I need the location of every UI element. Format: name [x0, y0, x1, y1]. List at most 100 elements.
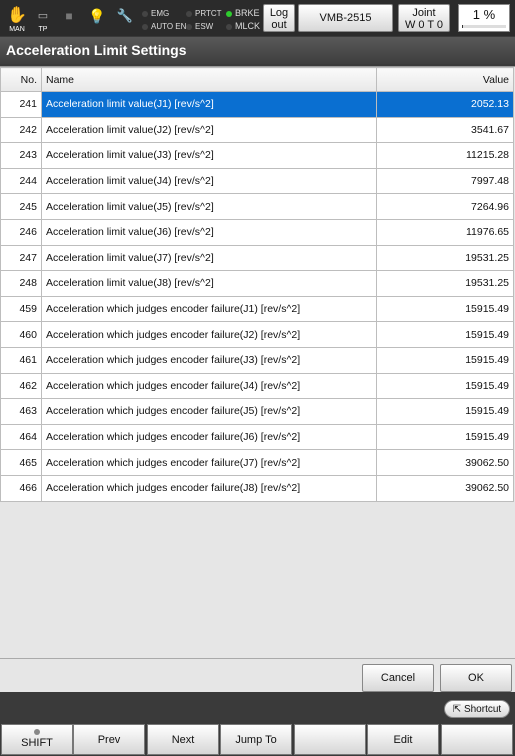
- row-value[interactable]: 11215.28: [376, 142, 514, 169]
- teach-pendant-icon[interactable]: ▭ TP: [30, 6, 56, 34]
- table-row[interactable]: 464 Acceleration which judges encoder fai…: [0, 423, 514, 451]
- row-number: 244: [0, 167, 42, 195]
- prtct-indicator: PRTCT: [186, 9, 222, 18]
- robot-model-button[interactable]: VMB-2515: [298, 4, 393, 32]
- row-number: 461: [0, 346, 42, 374]
- row-number: 465: [0, 449, 42, 476]
- row-name: Acceleration limit value(J1) [rev/s^2]: [41, 91, 377, 118]
- row-number: 464: [0, 423, 42, 451]
- cancel-button[interactable]: Cancel: [362, 664, 434, 692]
- column-header-name[interactable]: Name: [41, 67, 377, 92]
- table-row[interactable]: 246 Acceleration limit value(J6) [rev/s^2…: [0, 218, 514, 246]
- row-name: Acceleration which judges encoder failur…: [41, 346, 377, 374]
- page-title: Acceleration Limit Settings: [0, 37, 515, 64]
- status-bar: ✋ MAN ▭ TP ■ 💡 🔧 EMG AUTO EN PRTCT ESW BRK…: [0, 0, 515, 36]
- shortcut-button[interactable]: ⇱ Shortcut: [444, 700, 510, 718]
- logout-button[interactable]: Log out: [263, 4, 295, 32]
- row-name: Acceleration limit value(J5) [rev/s^2]: [41, 193, 377, 220]
- f5-key[interactable]: [294, 724, 366, 755]
- table-row[interactable]: 241 Acceleration limit value(J1) [rev/s^2…: [0, 91, 514, 118]
- auto-en-led: [142, 23, 148, 30]
- esw-led: [186, 23, 192, 30]
- settings-panel: No. Name Value 241 Acceleration limit val…: [0, 66, 515, 659]
- table-row[interactable]: 462 Acceleration which judges encoder fai…: [0, 372, 514, 400]
- speed-bar: [462, 25, 506, 28]
- table-header-row: No. Name Value: [0, 67, 514, 92]
- row-number: 241: [0, 91, 42, 118]
- row-number: 246: [0, 218, 42, 246]
- row-value[interactable]: 19531.25: [376, 270, 514, 297]
- row-value[interactable]: 7264.96: [376, 193, 514, 220]
- row-name: Acceleration limit value(J3) [rev/s^2]: [41, 142, 377, 169]
- row-name: Acceleration which judges encoder failur…: [41, 295, 377, 323]
- row-number: 466: [0, 474, 42, 502]
- row-value[interactable]: 39062.50: [376, 449, 514, 476]
- row-number: 242: [0, 116, 42, 144]
- f7-key[interactable]: [441, 724, 513, 755]
- shortcut-icon: ⇱: [452, 704, 464, 715]
- auto-en-indicator: AUTO EN: [142, 22, 186, 31]
- speed-display[interactable]: 1 %: [458, 4, 510, 32]
- esw-indicator: ESW: [186, 22, 213, 31]
- row-value[interactable]: 7997.48: [376, 167, 514, 195]
- table-row[interactable]: 460 Acceleration which judges encoder fai…: [0, 321, 514, 348]
- row-value[interactable]: 15915.49: [376, 295, 514, 323]
- row-value[interactable]: 39062.50: [376, 474, 514, 502]
- table-row[interactable]: 461 Acceleration which judges encoder fai…: [0, 346, 514, 374]
- jump-to-key[interactable]: Jump To: [220, 724, 292, 755]
- table-row[interactable]: 248 Acceleration limit value(J8) [rev/s^2…: [0, 270, 514, 297]
- brke-indicator: BRKE: [226, 8, 260, 18]
- table-row[interactable]: 466 Acceleration which judges encoder fai…: [0, 474, 514, 502]
- row-name: Acceleration limit value(J2) [rev/s^2]: [41, 116, 377, 144]
- row-name: Acceleration which judges encoder failur…: [41, 449, 377, 476]
- row-value[interactable]: 15915.49: [376, 346, 514, 374]
- row-value[interactable]: 15915.49: [376, 321, 514, 348]
- shift-key[interactable]: SHIFT: [1, 724, 73, 755]
- row-number: 245: [0, 193, 42, 220]
- table-row[interactable]: 245 Acceleration limit value(J5) [rev/s^2…: [0, 193, 514, 220]
- emg-led: [142, 10, 148, 17]
- row-name: Acceleration which judges encoder failur…: [41, 321, 377, 348]
- dialog-button-bar: Cancel OK: [0, 658, 515, 693]
- row-name: Acceleration limit value(J4) [rev/s^2]: [41, 167, 377, 195]
- row-number: 243: [0, 142, 42, 169]
- row-value[interactable]: 19531.25: [376, 244, 514, 272]
- row-value[interactable]: 11976.65: [376, 218, 514, 246]
- row-value[interactable]: 2052.13: [376, 91, 514, 118]
- coordinate-mode-button[interactable]: Joint W 0 T 0: [398, 4, 450, 32]
- manual-mode-icon[interactable]: ✋ MAN: [4, 6, 30, 34]
- ok-button[interactable]: OK: [440, 664, 512, 692]
- row-name: Acceleration which judges encoder failur…: [41, 398, 377, 425]
- column-header-no[interactable]: No.: [0, 67, 42, 92]
- shift-indicator-icon: [34, 729, 40, 735]
- row-value[interactable]: 15915.49: [376, 398, 514, 425]
- next-key[interactable]: Next: [147, 724, 219, 755]
- row-number: 248: [0, 270, 42, 297]
- table-row[interactable]: 465 Acceleration which judges encoder fai…: [0, 449, 514, 476]
- row-value[interactable]: 15915.49: [376, 372, 514, 400]
- table-row[interactable]: 463 Acceleration which judges encoder fai…: [0, 398, 514, 425]
- stop-icon[interactable]: ■: [56, 6, 82, 34]
- mlck-led: [226, 23, 232, 30]
- prev-key[interactable]: Prev: [73, 724, 145, 755]
- brke-led: [226, 10, 232, 17]
- table-row[interactable]: 242 Acceleration limit value(J2) [rev/s^2…: [0, 116, 514, 144]
- lamp-icon[interactable]: 💡: [84, 6, 110, 34]
- row-number: 460: [0, 321, 42, 348]
- settings-table: No. Name Value 241 Acceleration limit val…: [0, 67, 514, 502]
- row-name: Acceleration which judges encoder failur…: [41, 474, 377, 502]
- table-row[interactable]: 459 Acceleration which judges encoder fai…: [0, 295, 514, 323]
- function-key-bar: ⇱ Shortcut SHIFT Prev Next Jump To Edit: [0, 692, 515, 756]
- row-name: Acceleration limit value(J6) [rev/s^2]: [41, 218, 377, 246]
- row-number: 462: [0, 372, 42, 400]
- table-row[interactable]: 243 Acceleration limit value(J3) [rev/s^2…: [0, 142, 514, 169]
- row-value[interactable]: 3541.67: [376, 116, 514, 144]
- column-header-value[interactable]: Value: [376, 67, 514, 92]
- table-row[interactable]: 247 Acceleration limit value(J7) [rev/s^2…: [0, 244, 514, 272]
- row-value[interactable]: 15915.49: [376, 423, 514, 451]
- table-row[interactable]: 244 Acceleration limit value(J4) [rev/s^2…: [0, 167, 514, 195]
- wrench-icon[interactable]: 🔧: [112, 6, 138, 34]
- row-number: 247: [0, 244, 42, 272]
- speed-value: 1 %: [472, 7, 496, 22]
- edit-key[interactable]: Edit: [367, 724, 439, 755]
